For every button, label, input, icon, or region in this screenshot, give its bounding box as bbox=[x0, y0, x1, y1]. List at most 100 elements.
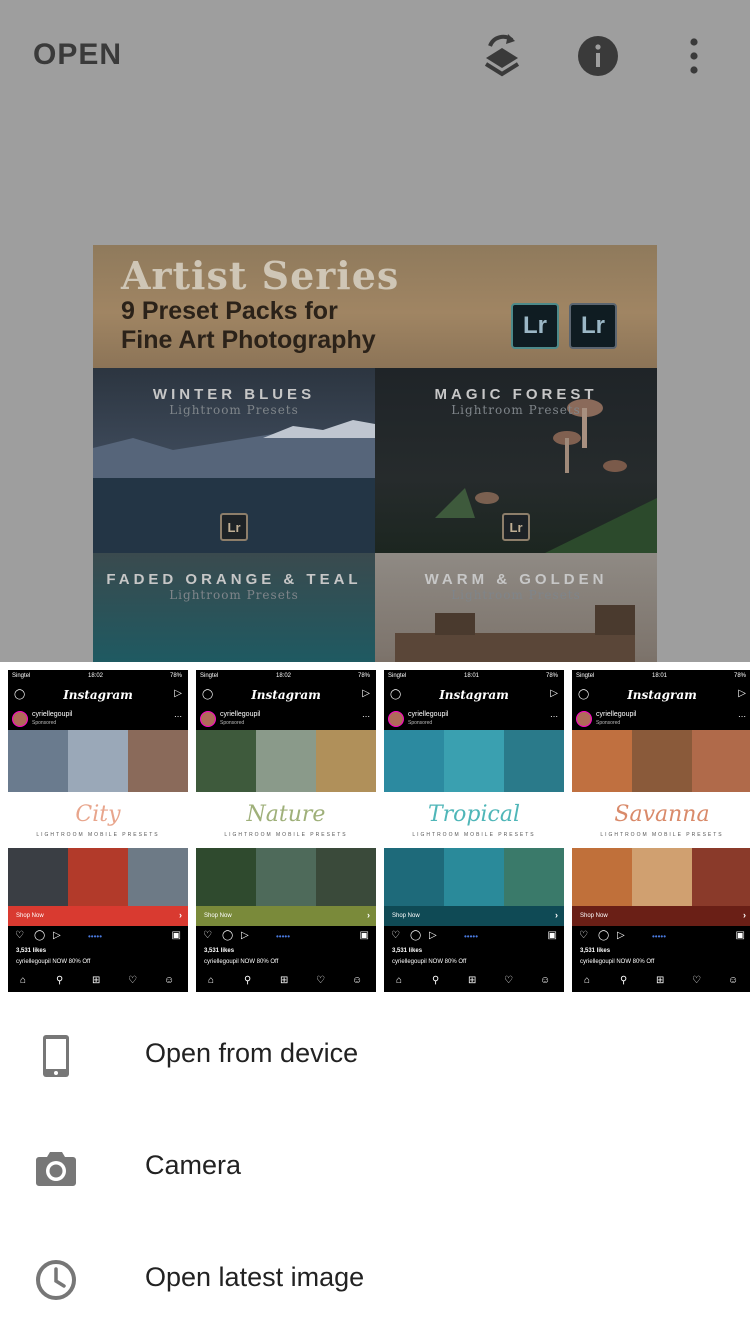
battery-label: 78% bbox=[357, 673, 370, 679]
post-image: Savanna LIGHTROOM MOBILE PRESETS bbox=[572, 730, 750, 926]
shop-now-bar: Shop Now › bbox=[384, 906, 564, 926]
app-title: Instagram bbox=[439, 688, 509, 702]
tile-warm-golden: WARM & GOLDEN Lightroom Presets bbox=[375, 553, 657, 662]
more-vert-icon[interactable] bbox=[668, 30, 720, 82]
avatar bbox=[576, 711, 592, 727]
send-icon: ▷ bbox=[738, 688, 746, 699]
camera-item[interactable]: Camera bbox=[0, 1112, 750, 1224]
phone-icon bbox=[30, 1030, 82, 1082]
open-from-device-item[interactable]: Open from device bbox=[0, 1000, 750, 1112]
post-caption: cyriellegoupil NOW 80% Off bbox=[204, 959, 279, 965]
post-caption: cyriellegoupil NOW 80% Off bbox=[580, 959, 655, 965]
preset-subtitle: LIGHTROOM MOBILE PRESETS bbox=[412, 832, 536, 838]
username: cyriellegoupil bbox=[32, 711, 73, 718]
search-icon: ⚲ bbox=[432, 975, 440, 986]
recent-images-strip: Singtel 18:02 78% ◯ Instagram ▷ cyriellegoupil… bbox=[0, 662, 750, 996]
poster-title: Artist Series bbox=[121, 253, 400, 298]
background-editor: OPEN Artist Series 9 Preset Packs for Fi… bbox=[0, 0, 750, 662]
thumbnail-image[interactable]: Singtel 18:02 78% ◯ Instagram ▷ cyriellegoupil… bbox=[8, 670, 188, 992]
thumbnail-image[interactable]: Singtel 18:02 78% ◯ Instagram ▷ cyriellegoupil… bbox=[196, 670, 376, 992]
open-latest-image-item[interactable]: Open latest image bbox=[0, 1224, 750, 1334]
clock-icon bbox=[30, 1254, 82, 1306]
sponsored-label: Sponsored bbox=[596, 720, 621, 726]
add-icon: ⊞ bbox=[280, 975, 289, 986]
send-icon: ▷ bbox=[550, 688, 558, 699]
post-header: cyriellegoupil Sponsored ⋯ bbox=[196, 708, 376, 730]
carrier-label: Singtel bbox=[12, 673, 31, 679]
more-icon: ⋯ bbox=[550, 712, 558, 721]
search-icon: ⚲ bbox=[244, 975, 252, 986]
bottom-nav: ⌂ ⚲ ⊞ ♡ ☺ bbox=[196, 972, 376, 992]
menu-item-label: Open latest image bbox=[145, 1262, 365, 1292]
bottom-nav: ⌂ ⚲ ⊞ ♡ ☺ bbox=[572, 972, 750, 992]
comment-icon: ◯ bbox=[598, 930, 610, 941]
username: cyriellegoupil bbox=[596, 711, 637, 718]
top-app-bar: OPEN bbox=[0, 0, 750, 112]
carrier-label: Singtel bbox=[576, 673, 595, 679]
heart-icon: ♡ bbox=[504, 975, 513, 986]
avatar bbox=[200, 711, 216, 727]
photo-row bbox=[384, 730, 564, 792]
styles-icon[interactable] bbox=[476, 30, 528, 82]
shop-now-label: Shop Now bbox=[580, 913, 608, 919]
shop-now-bar: Shop Now › bbox=[572, 906, 750, 926]
tile-winter-blues: WINTER BLUES Lightroom Presets Lr bbox=[93, 368, 375, 553]
profile-icon: ☺ bbox=[164, 975, 175, 986]
post-actions: ♡ ◯ ▷ ••••• ▣ bbox=[8, 928, 188, 946]
info-icon[interactable] bbox=[572, 30, 624, 82]
tile-subtitle: Lightroom Presets bbox=[169, 403, 299, 417]
time-label: 18:02 bbox=[276, 673, 292, 679]
sponsored-label: Sponsored bbox=[32, 720, 57, 726]
send-icon: ▷ bbox=[429, 930, 437, 941]
photo-row bbox=[196, 730, 376, 792]
profile-icon: ☺ bbox=[352, 975, 363, 986]
lightroom-badge: Lr bbox=[569, 303, 617, 349]
post-header: cyriellegoupil Sponsored ⋯ bbox=[8, 708, 188, 730]
likes-count: 3,531 likes bbox=[16, 948, 47, 954]
sponsored-label: Sponsored bbox=[220, 720, 245, 726]
home-icon: ⌂ bbox=[208, 975, 215, 986]
heart-icon: ♡ bbox=[579, 930, 588, 941]
more-icon: ⋯ bbox=[738, 712, 746, 721]
poster-subtitle-line1: 9 Preset Packs for bbox=[121, 297, 338, 325]
preset-name: Nature bbox=[246, 802, 326, 827]
send-icon: ▷ bbox=[174, 688, 182, 699]
comment-icon: ◯ bbox=[222, 930, 234, 941]
heart-icon: ♡ bbox=[316, 975, 325, 986]
preset-subtitle: LIGHTROOM MOBILE PRESETS bbox=[36, 832, 160, 838]
comment-icon: ◯ bbox=[34, 930, 46, 941]
home-icon: ⌂ bbox=[396, 975, 403, 986]
heart-icon: ♡ bbox=[391, 930, 400, 941]
carousel-dots: ••••• bbox=[88, 932, 103, 941]
chevron-right-icon: › bbox=[367, 910, 370, 920]
battery-label: 78% bbox=[545, 673, 558, 679]
chevron-right-icon: › bbox=[179, 910, 182, 920]
open-button[interactable]: OPEN bbox=[33, 38, 122, 72]
tile-subtitle: Lightroom Presets bbox=[451, 588, 581, 602]
bookmark-icon: ▣ bbox=[359, 930, 369, 941]
post-caption: cyriellegoupil NOW 80% Off bbox=[392, 959, 467, 965]
sponsored-label: Sponsored bbox=[408, 720, 433, 726]
home-icon: ⌂ bbox=[20, 975, 27, 986]
likes-count: 3,531 likes bbox=[392, 948, 423, 954]
thumbnail-image[interactable]: Singtel 18:01 78% ◯ Instagram ▷ cyriellegoupil… bbox=[572, 670, 750, 992]
search-icon: ⚲ bbox=[56, 975, 64, 986]
tile-subtitle: Lightroom Presets bbox=[169, 588, 299, 602]
poster-subtitle: 9 Preset Packs for Fine Art Photography bbox=[121, 297, 481, 355]
avatar bbox=[388, 711, 404, 727]
status-bar: Singtel 18:02 78% bbox=[8, 670, 188, 684]
shop-now-label: Shop Now bbox=[392, 913, 420, 919]
likes-count: 3,531 likes bbox=[204, 948, 235, 954]
heart-icon: ♡ bbox=[15, 930, 24, 941]
bookmark-icon: ▣ bbox=[171, 930, 181, 941]
camera-icon bbox=[30, 1142, 82, 1194]
thumbnail-image[interactable]: Singtel 18:01 78% ◯ Instagram ▷ cyriellegoupil… bbox=[384, 670, 564, 992]
send-icon: ▷ bbox=[362, 688, 370, 699]
photo-row bbox=[8, 730, 188, 792]
lightroom-badge: Lr bbox=[511, 303, 559, 349]
heart-icon: ♡ bbox=[203, 930, 212, 941]
shop-now-bar: Shop Now › bbox=[196, 906, 376, 926]
username: cyriellegoupil bbox=[408, 711, 449, 718]
profile-icon: ☺ bbox=[540, 975, 551, 986]
post-actions: ♡ ◯ ▷ ••••• ▣ bbox=[196, 928, 376, 946]
